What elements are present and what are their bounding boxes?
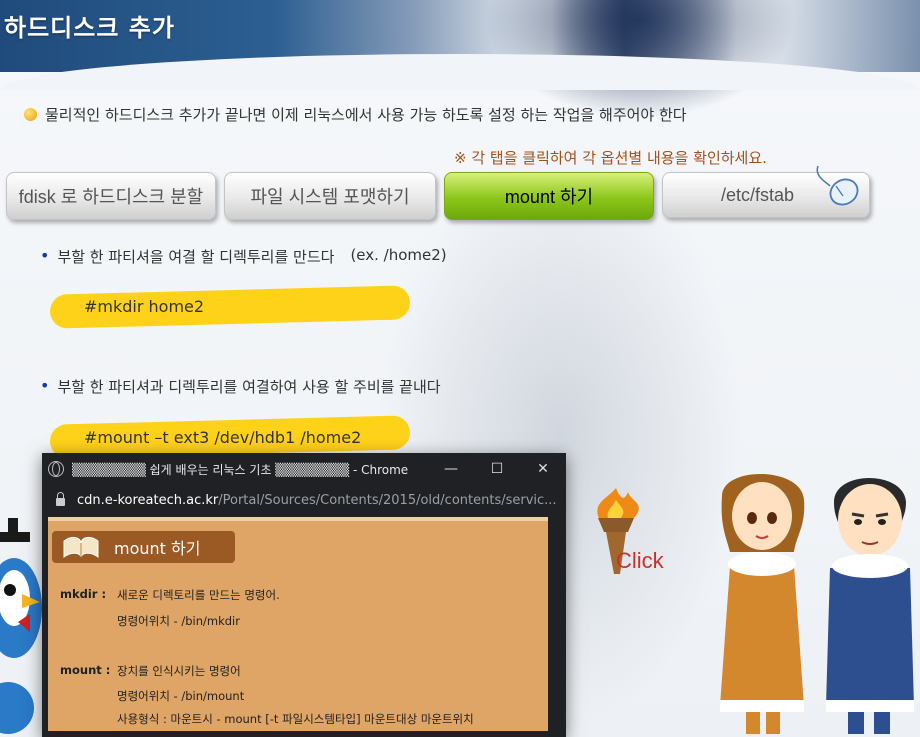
popup-content: mount 하기 mkdir : 새로운 디렉토리를 만드는 명령어. 명령어위… [48, 517, 548, 731]
intro-label: 물리적인 하드디스크 추가가 끝나면 이제 리눅스에서 사용 가능 하도록 설정… [45, 106, 687, 124]
entry-mount-term: mount : [60, 663, 111, 677]
mouse-cursor-icon [816, 165, 859, 206]
tab-notice: ※ 각 탭을 클릭하여 각 옵션별 내용을 확인하세요. [454, 149, 767, 167]
minimize-button[interactable]: — [428, 461, 474, 477]
man-character [826, 478, 914, 734]
girl-character [720, 473, 805, 734]
tab-mount[interactable]: mount 하기 [444, 172, 654, 220]
lock-icon [56, 492, 65, 506]
popup-titlebar[interactable]: ▒▒▒▒▒▒▒▒ 쉽게 배우는 리눅스 기초 ▒▒▒▒▒▒▒▒ - Chrome… [42, 453, 566, 485]
bullet-icon: • [40, 376, 50, 395]
step-1-text: 부할 한 파티셔을 여결 할 디렉투리를 만드다 [57, 248, 335, 266]
tab-format[interactable]: 파일 시스템 포맷하기 [224, 172, 436, 220]
intro-text: 물리적인 하드디스크 추가가 끝나면 이제 리눅스에서 사용 가능 하도록 설정… [24, 104, 687, 125]
entry-mkdir-term: mkdir : [60, 587, 107, 601]
step-2: • 부할 한 파티셔과 디렉투리를 여결하여 사용 할 주비를 끝내다 [40, 376, 441, 397]
address-bar[interactable]: cdn.e-koreatech.ac.kr /Portal/Sources/Co… [42, 485, 566, 515]
close-button[interactable]: ✕ [520, 461, 566, 477]
book-icon [63, 536, 99, 558]
entry-mount-desc: 장치를 인식시키는 명령어 [117, 664, 241, 678]
page-title: 하드디스크 추가 [4, 14, 175, 42]
browser-popup-window[interactable]: ▒▒▒▒▒▒▒▒ 쉽게 배우는 리눅스 기초 ▒▒▒▒▒▒▒▒ - Chrome… [42, 453, 566, 737]
tab-fdisk[interactable]: fdisk 로 하드디스크 분할 [6, 172, 216, 220]
step-1-note: (ex. /home2) [350, 246, 447, 264]
penguin-mascot [0, 518, 42, 734]
content-title: mount 하기 [114, 539, 201, 558]
step-2-text: 부할 한 파티셔과 디렉투리를 여결하여 사용 할 주비를 끝내다 [57, 378, 441, 396]
globe-icon [48, 461, 64, 477]
url-host: cdn.e-koreatech.ac.kr [77, 492, 219, 508]
entry-mkdir-desc: 새로운 디렉토리를 만드는 명령어. [117, 588, 280, 602]
command-2: #mount –t ext3 /dev/hdb1 /home2 [84, 428, 362, 447]
click-label[interactable]: Click [616, 548, 664, 574]
tab-bar: fdisk 로 하드디스크 분할 파일 시스템 포맷하기 mount 하기 /e… [6, 172, 870, 220]
entry-mkdir-location: 명령어위치 - /bin/mkdir [117, 614, 240, 628]
bullet-dot-icon [24, 108, 37, 121]
maximize-button[interactable]: ☐ [474, 461, 520, 477]
bullet-icon: • [40, 246, 50, 265]
step-1: • 부할 한 파티셔을 여결 할 디렉투리를 만드다 (ex. /home2) [40, 246, 447, 267]
url-path: /Portal/Sources/Contents/2015/old/conten… [218, 492, 557, 508]
content-header: mount 하기 [52, 531, 235, 563]
entry-mount-usage: 사용형식 : 마운트시 - mount [-t 파일시스템타입] 마운트대상 마… [117, 712, 474, 726]
popup-window-title: ▒▒▒▒▒▒▒▒ 쉽게 배우는 리눅스 기초 ▒▒▒▒▒▒▒▒ - Chrome [72, 462, 409, 477]
command-1: #mkdir home2 [84, 297, 205, 316]
entry-mount-location: 명령어위치 - /bin/mount [117, 689, 245, 703]
